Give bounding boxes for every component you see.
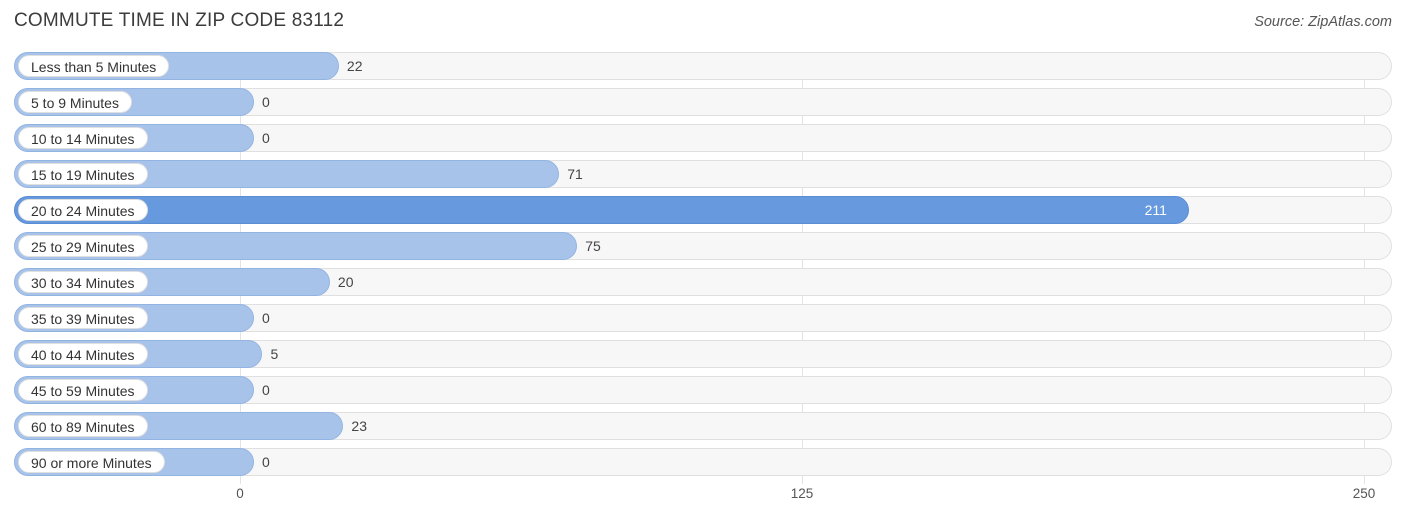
bar-value-label: 20 bbox=[337, 274, 354, 290]
table-row: 90 or more Minutes 0 bbox=[14, 448, 1392, 476]
table-row: 20 to 24 Minutes 211 bbox=[14, 196, 1392, 224]
bar-category-label: 30 to 34 Minutes bbox=[18, 271, 148, 293]
table-row: 10 to 14 Minutes 0 bbox=[14, 124, 1392, 152]
bar-category-label: 35 to 39 Minutes bbox=[18, 307, 148, 329]
x-axis-tick: 125 bbox=[790, 486, 814, 501]
bar-category-label: 45 to 59 Minutes bbox=[18, 379, 148, 401]
table-row: 60 to 89 Minutes 23 bbox=[14, 412, 1392, 440]
table-row: 40 to 44 Minutes 5 bbox=[14, 340, 1392, 368]
bar-value-label: 5 bbox=[270, 346, 279, 362]
table-row: Less than 5 Minutes 22 bbox=[14, 52, 1392, 80]
source-label: Source: ZipAtlas.com bbox=[1254, 14, 1392, 30]
bar-category-label: 25 to 29 Minutes bbox=[18, 235, 148, 257]
table-row: 35 to 39 Minutes 0 bbox=[14, 304, 1392, 332]
table-row: 15 to 19 Minutes 71 bbox=[14, 160, 1392, 188]
bar-category-label: 10 to 14 Minutes bbox=[18, 127, 148, 149]
bar-value-label: 0 bbox=[262, 130, 270, 146]
x-axis: 0 125 250 bbox=[14, 486, 1392, 512]
table-row: 25 to 29 Minutes 75 bbox=[14, 232, 1392, 260]
bar-value-label: 75 bbox=[585, 238, 601, 254]
bar-category-label: 5 to 9 Minutes bbox=[18, 91, 132, 113]
bar-value-label: 23 bbox=[351, 418, 367, 434]
bar-category-label: 20 to 24 Minutes bbox=[18, 199, 148, 221]
plot-area: Less than 5 Minutes 22 5 to 9 Minutes 0 10 t… bbox=[14, 52, 1392, 484]
bar-value-label: 0 bbox=[262, 382, 270, 398]
bar-category-label: 15 to 19 Minutes bbox=[18, 163, 148, 185]
table-row: 45 to 59 Minutes 0 bbox=[14, 376, 1392, 404]
bar-rows: Less than 5 Minutes 22 5 to 9 Minutes 0 10 t… bbox=[14, 52, 1392, 484]
chart-header: COMMUTE TIME IN ZIP CODE 83112 Source: Z… bbox=[14, 10, 1392, 40]
bar-value-label: 22 bbox=[346, 58, 363, 74]
x-axis-tick: 0 bbox=[236, 486, 244, 501]
bar-category-label: 60 to 89 Minutes bbox=[18, 415, 148, 437]
chart-container: COMMUTE TIME IN ZIP CODE 83112 Source: Z… bbox=[0, 0, 1406, 523]
bar-category-label: 40 to 44 Minutes bbox=[18, 343, 148, 365]
page-title: COMMUTE TIME IN ZIP CODE 83112 bbox=[14, 10, 345, 31]
bar-value-label: 0 bbox=[262, 454, 270, 470]
bar-category-label: 90 or more Minutes bbox=[18, 451, 165, 473]
bar-value-label: 0 bbox=[262, 94, 270, 110]
bar-5 bbox=[14, 196, 1189, 224]
bar-value-label: 0 bbox=[262, 310, 270, 326]
bar-category-label: Less than 5 Minutes bbox=[18, 55, 170, 77]
x-axis-tick: 250 bbox=[1352, 486, 1376, 501]
bar-value-label: 211 bbox=[1144, 202, 1167, 218]
bar-value-label: 71 bbox=[567, 166, 583, 182]
table-row: 30 to 34 Minutes 20 bbox=[14, 268, 1392, 296]
table-row: 5 to 9 Minutes 0 bbox=[14, 88, 1392, 116]
